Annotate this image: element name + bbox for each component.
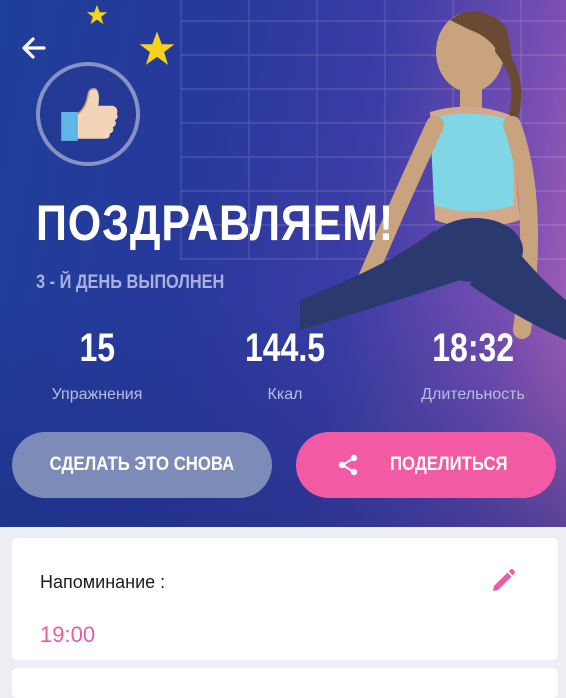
pencil-icon[interactable]	[488, 566, 518, 596]
congrats-title: ПОЗДРАВЛЯЕМ!	[36, 195, 395, 251]
achievement-badge	[36, 62, 140, 166]
stat-duration-label: Длительность	[421, 386, 525, 403]
stat-exercises: 15 Упражнения	[12, 328, 182, 404]
arrow-left-icon[interactable]	[16, 30, 52, 66]
thumbs-up-icon	[61, 88, 118, 141]
stat-calories: 144.5 Ккал	[200, 328, 370, 404]
stat-exercises-label: Упражнения	[51, 386, 143, 403]
reminder-card[interactable]: Напоминание : 19:00	[12, 538, 558, 660]
reminder-time[interactable]: 19:00	[40, 622, 95, 648]
share-label: ПОДЕЛИТЬСЯ	[390, 454, 508, 475]
stat-duration-value: 18:32	[432, 326, 514, 370]
repeat-workout-label: СДЕЛАТЬ ЭТО СНОВА	[49, 454, 235, 475]
repeat-workout-button[interactable]: СДЕЛАТЬ ЭТО СНОВА	[12, 432, 272, 498]
stat-duration: 18:32 Длительность	[388, 328, 558, 404]
share-button[interactable]: ПОДЕЛИТЬСЯ	[296, 432, 556, 498]
reminder-label: Напоминание :	[40, 572, 166, 592]
next-card	[12, 668, 558, 698]
stat-exercises-value: 15	[79, 326, 115, 370]
share-icon	[339, 454, 358, 476]
star-icon	[139, 31, 175, 65]
stat-calories-label: Ккал	[267, 386, 303, 403]
hero-banner: ПОЗДРАВЛЯЕМ! 3 - Й ДЕНЬ ВЫПОЛНЕН 15 Упра…	[0, 0, 566, 527]
day-complete-subtitle: 3 - Й ДЕНЬ ВЫПОЛНЕН	[36, 272, 225, 293]
star-icon	[86, 4, 108, 25]
stat-calories-value: 144.5	[244, 326, 326, 370]
